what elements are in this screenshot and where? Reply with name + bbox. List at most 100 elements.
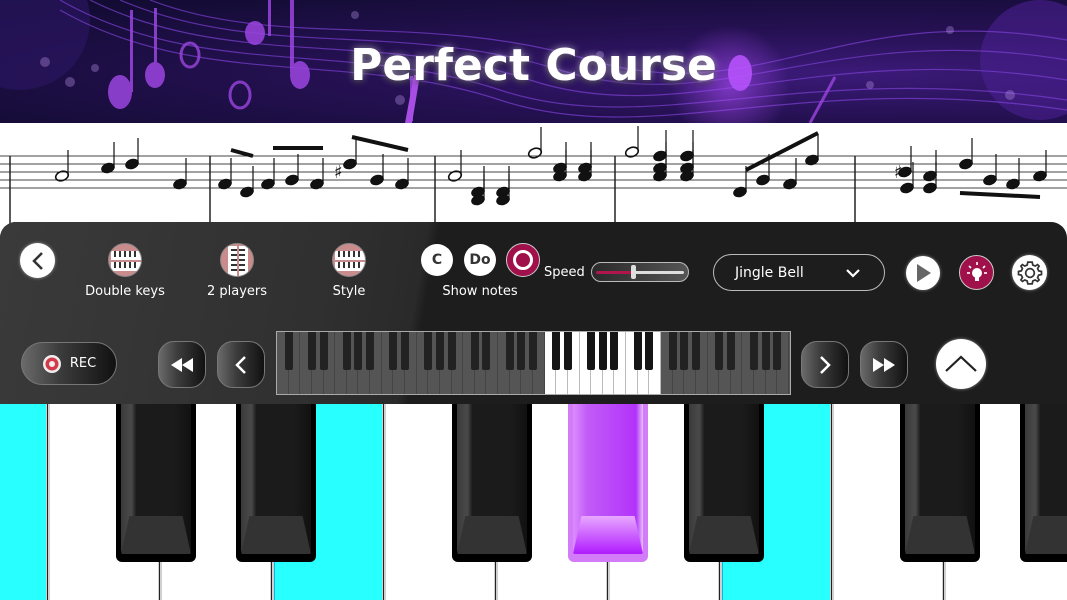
mini-black-key xyxy=(680,332,689,370)
double-keys-icon xyxy=(108,243,142,277)
note-head xyxy=(285,174,299,186)
mini-black-key xyxy=(587,332,596,370)
next-button[interactable] xyxy=(801,341,849,388)
mini-black-key xyxy=(645,332,654,370)
note-head xyxy=(756,174,770,186)
note-head xyxy=(900,182,914,194)
song-select-dropdown[interactable]: Jingle Bell xyxy=(713,254,885,291)
mini-black-key xyxy=(424,332,433,370)
key-divider xyxy=(46,404,50,600)
mini-black-key xyxy=(401,332,409,370)
mini-black-key xyxy=(307,332,316,370)
promo-banner: Perfect Course xyxy=(0,0,1067,123)
note-head xyxy=(240,186,254,198)
previous-button[interactable] xyxy=(217,341,265,388)
note-head xyxy=(101,162,115,174)
record-toggle-icon xyxy=(513,250,533,270)
note-head xyxy=(624,146,640,158)
mini-black-key xyxy=(354,332,363,370)
back-button[interactable] xyxy=(20,243,55,278)
note-beam xyxy=(230,148,254,158)
mini-black-key xyxy=(366,332,375,370)
note-head xyxy=(261,178,275,190)
mini-black-key xyxy=(447,332,456,370)
note-name-c-button[interactable]: C xyxy=(421,244,453,276)
note-head xyxy=(923,182,937,194)
record-label: REC xyxy=(69,356,97,371)
song-select-value: Jingle Bell xyxy=(735,264,804,281)
note-head xyxy=(395,178,409,190)
hint-button[interactable] xyxy=(959,255,994,290)
black-key-d-sharp[interactable] xyxy=(236,404,316,562)
note-head xyxy=(783,178,797,190)
lightbulb-icon xyxy=(966,261,987,281)
sharp-sign: ♯ xyxy=(334,162,343,183)
note-head xyxy=(370,174,384,186)
black-key-f-sharp[interactable] xyxy=(452,404,532,562)
note-head xyxy=(343,158,357,170)
note-head xyxy=(310,178,324,190)
mini-black-key xyxy=(773,332,782,370)
note-head xyxy=(218,178,232,190)
two-players-icon xyxy=(220,243,254,277)
note-head xyxy=(983,174,997,186)
settings-button[interactable] xyxy=(1012,255,1047,290)
note-head xyxy=(54,170,70,182)
note-head xyxy=(805,154,819,166)
black-key-c-sharp[interactable] xyxy=(900,404,980,562)
note-head xyxy=(1006,178,1020,190)
piano-keyboard[interactable] xyxy=(0,404,1067,600)
double-keys-label: Double keys xyxy=(85,284,165,299)
style-label: Style xyxy=(332,284,366,299)
mini-black-key xyxy=(505,332,514,370)
note-name-do-button[interactable]: Do xyxy=(464,244,496,276)
black-key-d-sharp[interactable] xyxy=(1020,404,1067,562)
mini-black-key xyxy=(598,332,607,370)
chevron-left-icon xyxy=(235,355,246,374)
mini-black-key xyxy=(668,332,677,370)
mini-black-key xyxy=(633,332,642,370)
black-key-c-sharp[interactable] xyxy=(116,404,196,562)
sharp-sign: ♯ xyxy=(894,162,903,183)
gear-icon xyxy=(1017,260,1042,285)
record-button[interactable]: REC xyxy=(21,342,117,385)
mini-black-key xyxy=(563,332,572,370)
chevron-right-icon xyxy=(820,355,831,374)
mini-black-key xyxy=(610,332,619,370)
white-key-b[interactable] xyxy=(0,404,48,600)
keyboard-style-icon xyxy=(332,243,366,277)
fast-forward-icon xyxy=(873,357,895,372)
mini-black-key xyxy=(284,332,293,370)
banner-title: Perfect Course xyxy=(350,40,717,91)
key-divider xyxy=(382,404,386,600)
mini-black-key xyxy=(715,332,724,370)
show-notes-toggle[interactable] xyxy=(506,243,540,277)
mini-black-key xyxy=(435,332,444,370)
speed-slider[interactable] xyxy=(591,262,689,282)
mini-black-key xyxy=(319,332,328,370)
collapse-panel-button[interactable] xyxy=(936,339,986,389)
chevron-up-icon xyxy=(945,355,977,372)
play-icon xyxy=(917,264,931,282)
mini-black-key xyxy=(529,332,537,370)
note-head xyxy=(733,186,747,198)
mini-black-key xyxy=(482,332,491,370)
rewind-button[interactable] xyxy=(158,341,206,388)
black-key-a-sharp[interactable] xyxy=(684,404,764,562)
note-head xyxy=(653,150,667,162)
play-button[interactable] xyxy=(906,256,940,290)
mini-black-key xyxy=(726,332,735,370)
speed-slider-thumb[interactable] xyxy=(630,265,636,279)
note-head xyxy=(527,147,543,159)
note-head xyxy=(447,170,463,182)
mini-black-key xyxy=(761,332,770,370)
black-key-g-sharp[interactable] xyxy=(568,404,648,562)
fast-forward-button[interactable] xyxy=(860,341,908,388)
note-head xyxy=(173,178,187,190)
note-head xyxy=(1033,170,1047,182)
record-icon xyxy=(42,354,61,373)
mini-black-key xyxy=(342,332,351,370)
two-players-label: 2 players xyxy=(206,284,268,299)
mini-keyboard-navigator[interactable] xyxy=(276,331,791,395)
chevron-left-icon xyxy=(31,251,43,270)
